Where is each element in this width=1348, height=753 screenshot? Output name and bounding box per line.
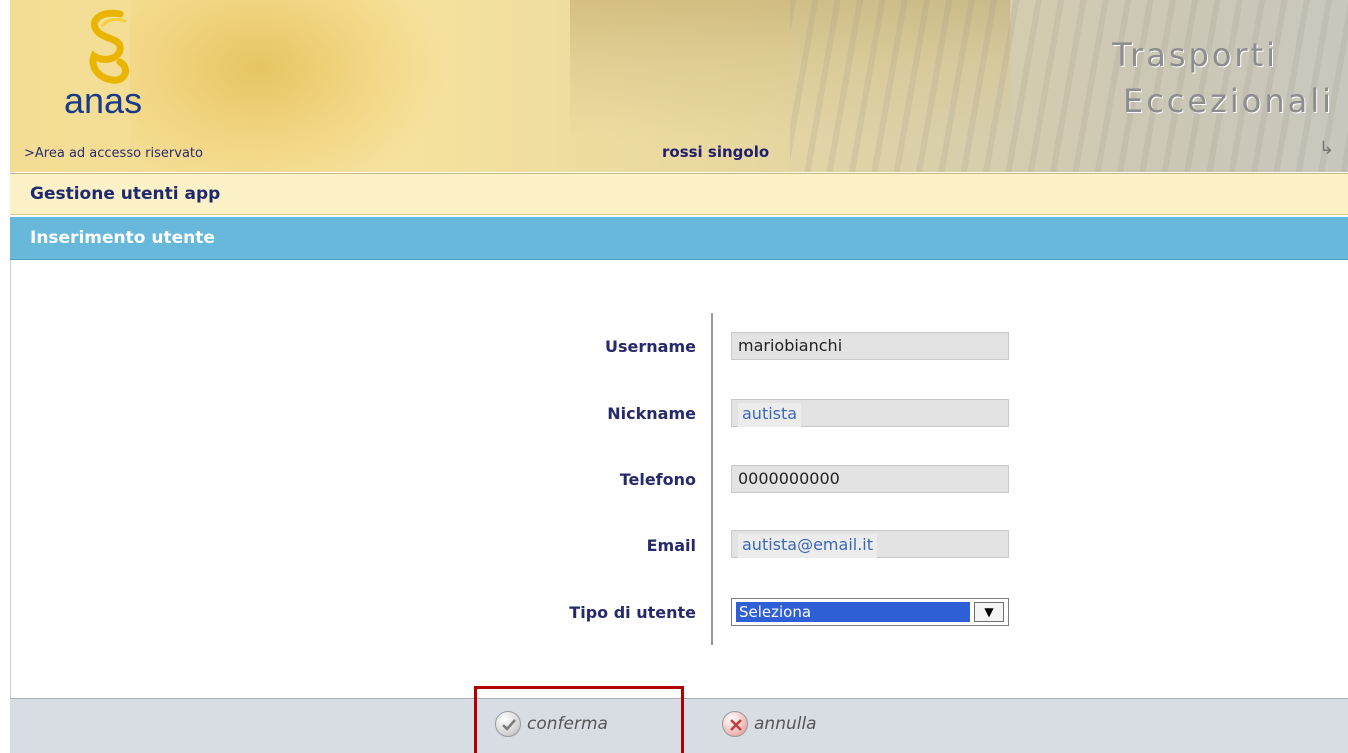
close-icon bbox=[722, 711, 748, 737]
email-value: autista@email.it bbox=[738, 534, 878, 558]
chevron-down-icon[interactable]: ▼ bbox=[974, 602, 1004, 622]
logout-arrow-icon[interactable]: ↳ bbox=[1319, 138, 1334, 159]
app-title-line1: Trasporti bbox=[1112, 36, 1278, 74]
tipo-utente-selected: Seleziona bbox=[736, 602, 970, 622]
tipo-utente-label: Tipo di utente bbox=[569, 603, 696, 622]
nickname-label: Nickname bbox=[607, 404, 696, 423]
nickname-value: autista bbox=[738, 403, 802, 427]
email-label: Email bbox=[646, 536, 696, 555]
section-bar: Gestione utenti app bbox=[10, 173, 1348, 215]
app-title-line2: Eccezionali bbox=[1122, 82, 1334, 120]
cancel-label: annulla bbox=[754, 714, 817, 734]
subsection-bar: Inserimento utente bbox=[10, 217, 1348, 260]
nickname-field[interactable]: autista bbox=[731, 399, 1009, 427]
section-title: Gestione utenti app bbox=[30, 184, 221, 204]
restricted-area-link[interactable]: >Area ad accesso riservato bbox=[24, 146, 203, 161]
confirm-highlight-box bbox=[474, 686, 684, 753]
form-divider bbox=[711, 313, 713, 645]
anas-logo-icon bbox=[89, 9, 130, 84]
header-banner: anas Trasporti Eccezionali >Area ad acce… bbox=[10, 0, 1348, 172]
username-field[interactable]: mariobianchi bbox=[731, 332, 1009, 360]
logged-user-name: rossi singolo bbox=[662, 143, 770, 161]
tipo-utente-select[interactable]: Seleziona ▼ bbox=[731, 598, 1009, 626]
email-field[interactable]: autista@email.it bbox=[731, 530, 1009, 558]
telefono-field[interactable]: 0000000000 bbox=[731, 465, 1009, 493]
subsection-title: Inserimento utente bbox=[30, 228, 215, 248]
cancel-button[interactable]: annulla bbox=[722, 708, 817, 740]
telefono-label: Telefono bbox=[619, 470, 696, 489]
username-label: Username bbox=[605, 337, 696, 356]
logo-text: anas bbox=[64, 80, 143, 121]
